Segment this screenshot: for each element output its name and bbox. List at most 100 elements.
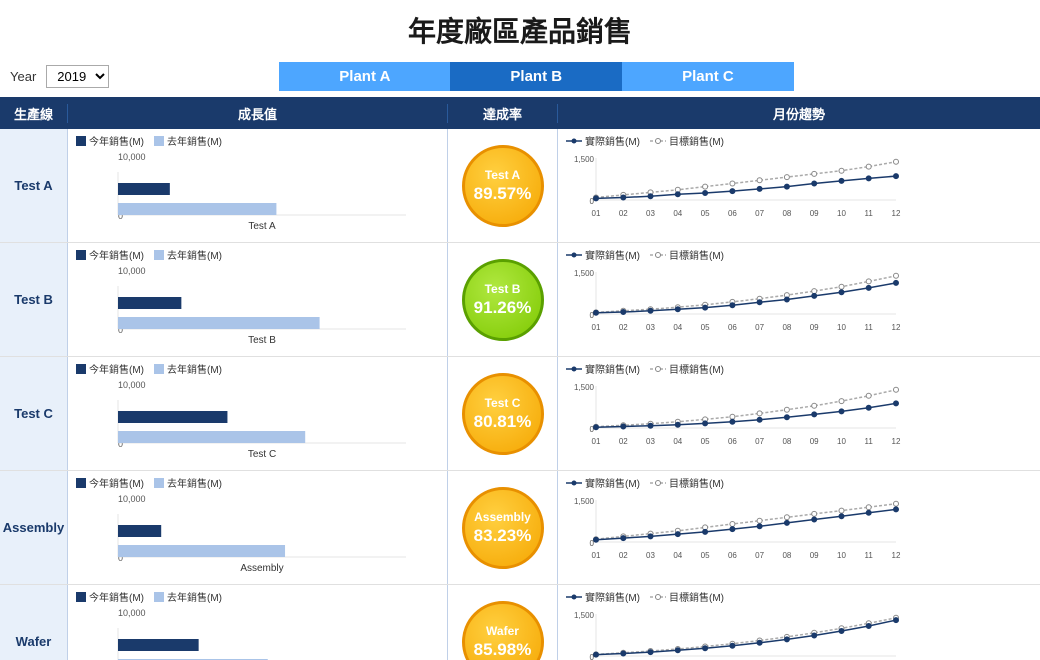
- svg-text:10: 10: [837, 551, 846, 560]
- legend-this-year: 今年銷售(M): [76, 247, 144, 262]
- achieve-circle: Test B 91.26%: [462, 259, 544, 341]
- trend-legend-actual: 實際銷售(M): [566, 133, 640, 148]
- circle-pct: 80.81%: [474, 412, 532, 432]
- year-select[interactable]: 2019 2018 2020: [46, 65, 109, 88]
- plant-tab-c[interactable]: Plant C: [622, 62, 794, 91]
- svg-text:12: 12: [892, 209, 901, 218]
- svg-text:04: 04: [673, 209, 682, 218]
- svg-text:10,000: 10,000: [118, 266, 146, 276]
- legend-last-year: 去年銷售(M): [154, 589, 222, 604]
- row-achieve: Wafer 85.98%: [448, 585, 558, 660]
- trend-target-label: 目標銷售(M): [669, 133, 724, 148]
- row-trend: 實際銷售(M) 目標銷售(M) 1,5000 01020304050607080…: [558, 585, 1040, 660]
- svg-text:1,500: 1,500: [574, 611, 595, 620]
- legend-this-year-label: 今年銷售(M): [89, 361, 144, 376]
- legend-this-year-label: 今年銷售(M): [89, 247, 144, 262]
- svg-text:02: 02: [619, 437, 628, 446]
- legend-this-year: 今年銷售(M): [76, 589, 144, 604]
- svg-text:1,500: 1,500: [574, 497, 595, 506]
- header-bar: Year 2019 2018 2020 Plant A Plant B Plan…: [0, 58, 1040, 97]
- svg-text:09: 09: [810, 551, 819, 560]
- circle-label: Assembly: [474, 510, 531, 524]
- svg-text:Test B: Test B: [248, 335, 276, 346]
- svg-text:10,000: 10,000: [118, 380, 146, 390]
- row-trend: 實際銷售(M) 目標銷售(M) 1,5000 01020304050607080…: [558, 129, 1040, 242]
- legend-last-year-label: 去年銷售(M): [167, 133, 222, 148]
- svg-text:04: 04: [673, 437, 682, 446]
- legend-box-dark: [76, 136, 86, 146]
- circle-pct: 91.26%: [474, 298, 532, 318]
- row-label: Test A: [0, 129, 68, 242]
- svg-text:02: 02: [619, 323, 628, 332]
- svg-text:06: 06: [728, 209, 737, 218]
- svg-text:03: 03: [646, 437, 655, 446]
- legend-last-year-label: 去年銷售(M): [167, 361, 222, 376]
- trend-legend-target: 目標銷售(M): [650, 475, 724, 490]
- achieve-circle: Assembly 83.23%: [462, 487, 544, 569]
- legend-this-year-label: 今年銷售(M): [89, 133, 144, 148]
- svg-text:08: 08: [782, 323, 791, 332]
- legend-box-light: [154, 592, 164, 602]
- svg-text:08: 08: [782, 551, 791, 560]
- chart-legend: 今年銷售(M) 去年銷售(M): [76, 589, 439, 604]
- svg-text:06: 06: [728, 437, 737, 446]
- legend-box-dark: [76, 250, 86, 260]
- legend-last-year-label: 去年銷售(M): [167, 247, 222, 262]
- row-chart: 今年銷售(M) 去年銷售(M) 10,000 0 Test A: [68, 129, 448, 242]
- table-row: Test C 今年銷售(M) 去年銷售(M) 10,000 0 Test C: [0, 357, 1040, 471]
- trend-legend-target: 目標銷售(M): [650, 133, 724, 148]
- plant-tab-a[interactable]: Plant A: [279, 62, 450, 91]
- legend-box-light: [154, 478, 164, 488]
- col-header-prod-line: 生產線: [0, 104, 68, 123]
- chart-legend: 今年銷售(M) 去年銷售(M): [76, 133, 439, 148]
- achieve-circle: Test C 80.81%: [462, 373, 544, 455]
- circle-pct: 85.98%: [474, 640, 532, 660]
- plant-tab-b[interactable]: Plant B: [450, 62, 622, 91]
- row-achieve: Assembly 83.23%: [448, 471, 558, 584]
- svg-text:10,000: 10,000: [118, 608, 146, 618]
- svg-text:10: 10: [837, 323, 846, 332]
- legend-box-dark: [76, 592, 86, 602]
- trend-legend: 實際銷售(M) 目標銷售(M): [566, 589, 1032, 604]
- achieve-circle: Test A 89.57%: [462, 145, 544, 227]
- trend-legend: 實際銷售(M) 目標銷售(M): [566, 475, 1032, 490]
- svg-text:10: 10: [837, 209, 846, 218]
- svg-text:01: 01: [592, 209, 601, 218]
- year-label: Year: [10, 69, 36, 84]
- svg-text:11: 11: [865, 551, 874, 560]
- circle-label: Test A: [485, 168, 520, 182]
- svg-text:04: 04: [673, 323, 682, 332]
- svg-text:Assembly: Assembly: [240, 563, 283, 574]
- row-label: Wafer: [0, 585, 68, 660]
- svg-text:10,000: 10,000: [118, 152, 146, 162]
- row-label: Test B: [0, 243, 68, 356]
- svg-text:05: 05: [701, 209, 710, 218]
- svg-text:07: 07: [755, 437, 764, 446]
- trend-actual-label: 實際銷售(M): [585, 589, 640, 604]
- chart-legend: 今年銷售(M) 去年銷售(M): [76, 361, 439, 376]
- trend-legend: 實際銷售(M) 目標銷售(M): [566, 361, 1032, 376]
- svg-text:05: 05: [701, 551, 710, 560]
- col-header-trend: 月份趨勢: [558, 104, 1040, 123]
- legend-this-year-label: 今年銷售(M): [89, 475, 144, 490]
- svg-text:09: 09: [810, 209, 819, 218]
- trend-legend-actual: 實際銷售(M): [566, 247, 640, 262]
- svg-text:11: 11: [865, 209, 874, 218]
- svg-text:1,500: 1,500: [574, 155, 595, 164]
- legend-last-year-label: 去年銷售(M): [167, 475, 222, 490]
- svg-text:03: 03: [646, 323, 655, 332]
- trend-legend-actual: 實際銷售(M): [566, 475, 640, 490]
- trend-legend: 實際銷售(M) 目標銷售(M): [566, 133, 1032, 148]
- row-label: Test C: [0, 357, 68, 470]
- svg-text:03: 03: [646, 209, 655, 218]
- svg-text:02: 02: [619, 209, 628, 218]
- legend-box-dark: [76, 364, 86, 374]
- trend-legend-target: 目標銷售(M): [650, 247, 724, 262]
- svg-text:06: 06: [728, 551, 737, 560]
- row-chart: 今年銷售(M) 去年銷售(M) 10,000 0 Wafer: [68, 585, 448, 660]
- svg-text:12: 12: [892, 323, 901, 332]
- row-trend: 實際銷售(M) 目標銷售(M) 1,5000 01020304050607080…: [558, 357, 1040, 470]
- chart-legend: 今年銷售(M) 去年銷售(M): [76, 475, 439, 490]
- table-row: Test A 今年銷售(M) 去年銷售(M) 10,000 0 Test A: [0, 129, 1040, 243]
- trend-target-label: 目標銷售(M): [669, 361, 724, 376]
